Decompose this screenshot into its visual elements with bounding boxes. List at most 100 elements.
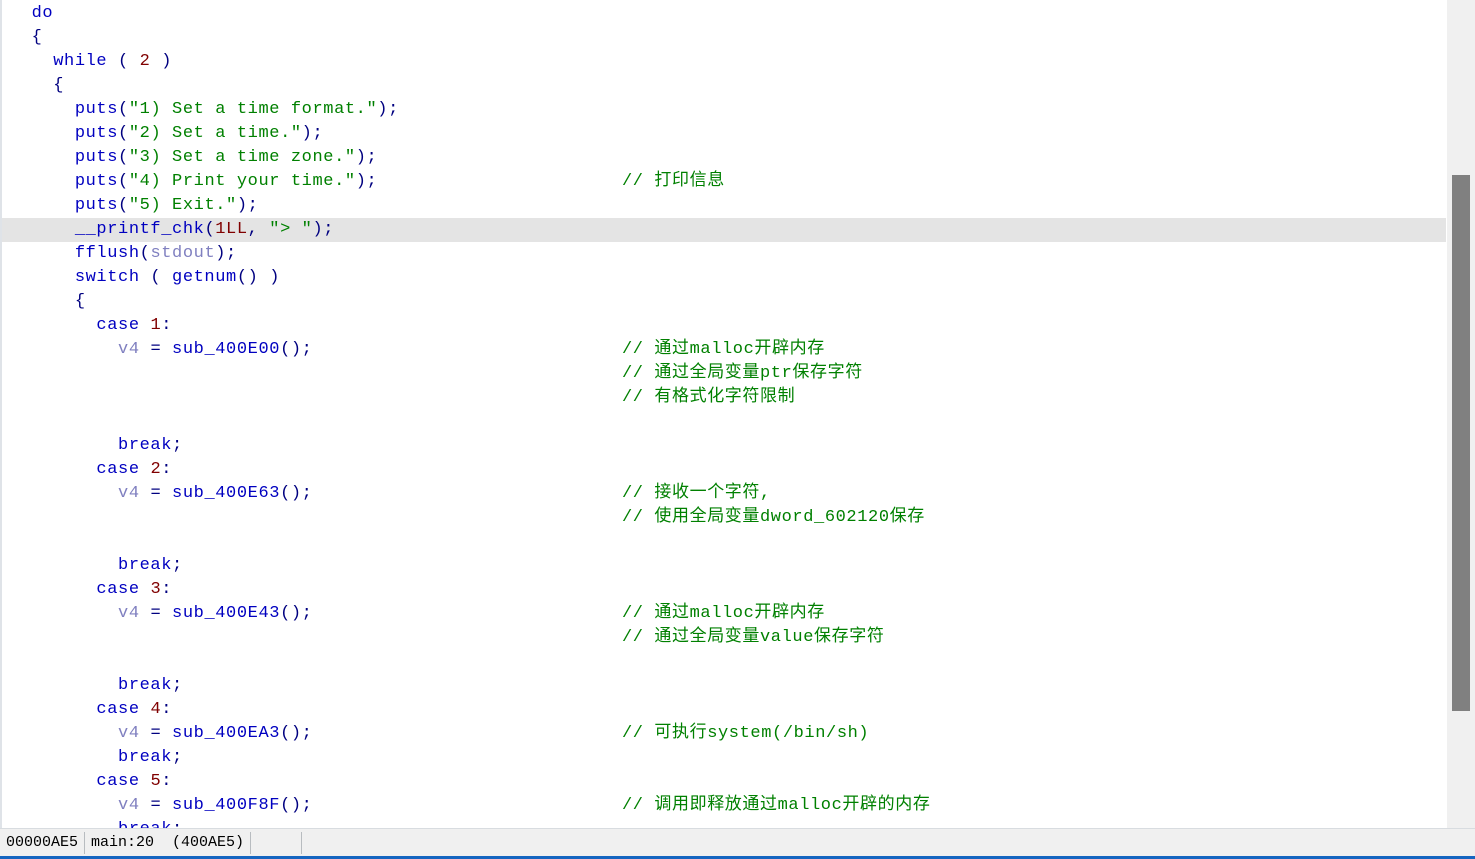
code-token-fn: sub_400E00: [172, 340, 281, 359]
code-token-punc: ): [150, 52, 173, 71]
code-line[interactable]: v4 = sub_400F8F(); // 调用即释放通过malloc开辟的内存: [2, 794, 1446, 818]
code-token-punc: ;: [172, 748, 183, 767]
code-line-text: case 3:: [2, 578, 172, 602]
code-token-punc: (: [204, 220, 216, 239]
code-token-fn: puts: [74, 100, 119, 119]
code-token-num: 2: [139, 52, 151, 71]
code-line-text: case 5:: [2, 770, 172, 794]
code-token-kw: case: [96, 700, 140, 719]
code-token-num: 1: [150, 316, 162, 335]
code-line[interactable]: v4 = sub_400E43(); // 通过malloc开辟内存: [2, 602, 1446, 626]
code-line[interactable]: break;: [2, 674, 1446, 698]
code-line[interactable]: puts("2) Set a time.");: [2, 122, 1446, 146]
code-token-str: "2) Set a time.": [128, 124, 302, 143]
code-line-text: case 1:: [2, 314, 172, 338]
code-line[interactable]: while ( 2 ): [2, 50, 1446, 74]
code-line[interactable]: puts("3) Set a time zone.");: [2, 146, 1446, 170]
code-line[interactable]: [2, 530, 1446, 554]
code-token-var: v4: [118, 340, 140, 359]
code-line[interactable]: break;: [2, 554, 1446, 578]
code-line[interactable]: // 通过全局变量ptr保存字符: [2, 362, 1446, 386]
code-token-fn: puts: [74, 196, 119, 215]
code-token-punc: ();: [280, 484, 313, 503]
pseudocode-code-pane[interactable]: do { while ( 2 ) { puts("1) Set a time f…: [0, 0, 1446, 828]
code-token-punc: (: [118, 148, 129, 167]
code-line[interactable]: [2, 410, 1446, 434]
code-comment: // 使用全局变量dword_602120保存: [622, 508, 925, 527]
code-token-var: v4: [118, 724, 140, 743]
code-token-punc: :: [161, 700, 173, 719]
code-line-text: v4 = sub_400E63();: [2, 482, 312, 506]
code-token-kw: break: [118, 820, 172, 828]
code-line[interactable]: break;: [2, 818, 1446, 828]
code-token-kw: case: [96, 772, 140, 791]
code-token-punc: :: [161, 460, 173, 479]
code-token-punc: =: [139, 340, 173, 359]
code-token-str: "> ": [269, 220, 313, 239]
code-line[interactable]: v4 = sub_400EA3(); // 可执行system(/bin/sh): [2, 722, 1446, 746]
code-line[interactable]: {: [2, 290, 1446, 314]
code-token-num: 1LL: [215, 220, 248, 239]
code-line[interactable]: break;: [2, 434, 1446, 458]
code-line-text: case 4:: [2, 698, 172, 722]
code-token-fn: puts: [74, 124, 119, 143]
vertical-scrollbar[interactable]: [1446, 0, 1475, 828]
code-token-fn: sub_400E43: [172, 604, 281, 623]
code-line[interactable]: __printf_chk(1LL, "> ");: [2, 218, 1446, 242]
code-token-kw: case: [96, 460, 140, 479]
code-token-fn: sub_400F8F: [172, 796, 281, 815]
code-token-kw: do: [31, 4, 54, 23]
code-token-punc: );: [355, 148, 378, 167]
code-line[interactable]: case 5:: [2, 770, 1446, 794]
code-token-fn: getnum: [172, 268, 237, 287]
code-line[interactable]: puts("5) Exit.");: [2, 194, 1446, 218]
code-token-punc: ();: [280, 604, 313, 623]
code-token-punc: [140, 316, 151, 335]
code-line[interactable]: // 使用全局变量dword_602120保存: [2, 506, 1446, 530]
code-token-punc: =: [139, 724, 173, 743]
code-line-text: do: [2, 2, 53, 26]
code-line[interactable]: {: [2, 26, 1446, 50]
code-token-kw: break: [118, 676, 173, 695]
code-token-punc: ();: [280, 340, 313, 359]
code-line[interactable]: [2, 650, 1446, 674]
code-line[interactable]: puts("4) Print your time."); // 打印信息: [2, 170, 1446, 194]
code-line[interactable]: case 4:: [2, 698, 1446, 722]
code-token-punc: {: [74, 292, 86, 311]
code-line[interactable]: v4 = sub_400E00(); // 通过malloc开辟内存: [2, 338, 1446, 362]
code-token-punc: {: [53, 76, 65, 95]
code-token-punc: ;: [172, 676, 183, 695]
code-token-punc: );: [377, 100, 399, 119]
code-line[interactable]: {: [2, 74, 1446, 98]
code-token-punc: ();: [280, 796, 313, 815]
code-line[interactable]: // 有格式化字符限制: [2, 386, 1446, 410]
vertical-scrollbar-thumb[interactable]: [1452, 175, 1470, 711]
code-line[interactable]: case 3:: [2, 578, 1446, 602]
code-line-text: fflush(stdout);: [2, 242, 237, 266]
code-token-punc: :: [161, 580, 173, 599]
code-token-punc: (: [139, 244, 151, 263]
code-line[interactable]: switch ( getnum() ): [2, 266, 1446, 290]
code-line[interactable]: v4 = sub_400E63(); // 接收一个字符,: [2, 482, 1446, 506]
code-line[interactable]: // 通过全局变量value保存字符: [2, 626, 1446, 650]
code-comment: // 打印信息: [622, 172, 725, 191]
code-line[interactable]: fflush(stdout);: [2, 242, 1446, 266]
code-comment: // 通过malloc开辟内存: [622, 604, 825, 623]
code-line[interactable]: do: [2, 2, 1446, 26]
code-line-text: break;: [2, 746, 183, 770]
code-line-text: puts("2) Set a time.");: [2, 122, 323, 146]
code-token-punc: [140, 772, 151, 791]
code-line[interactable]: case 2:: [2, 458, 1446, 482]
code-line[interactable]: puts("1) Set a time format.");: [2, 98, 1446, 122]
code-line[interactable]: break;: [2, 746, 1446, 770]
code-token-punc: {: [31, 28, 43, 47]
code-token-punc: (: [118, 100, 129, 119]
code-line[interactable]: case 1:: [2, 314, 1446, 338]
